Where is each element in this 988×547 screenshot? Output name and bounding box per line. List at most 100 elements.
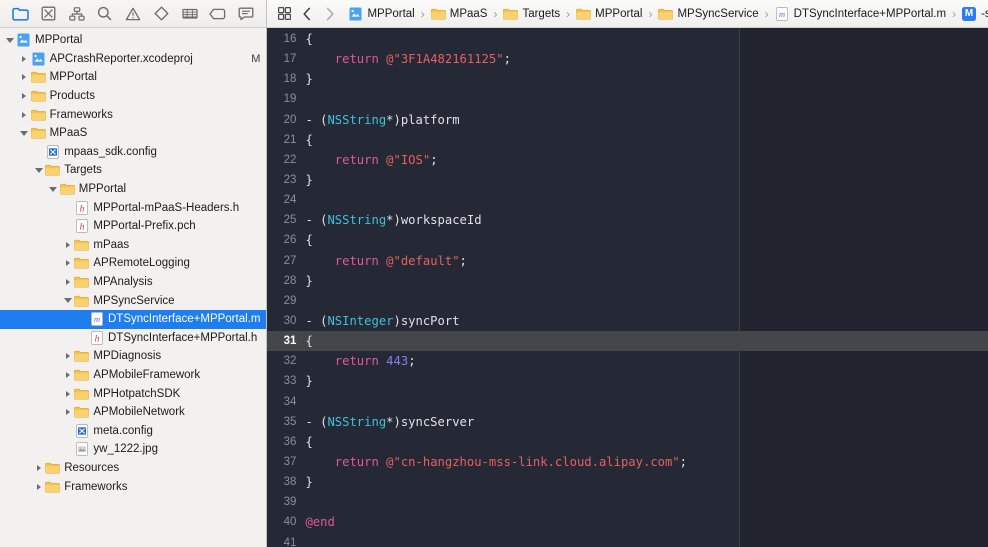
code-line[interactable]: 34 (267, 392, 988, 412)
code-line[interactable]: 38} (267, 472, 988, 492)
breadcrumb-item[interactable]: Targets (502, 7, 561, 21)
find-navigator-icon[interactable] (92, 4, 118, 24)
code-line[interactable]: 35 - (NSString*)syncServer (267, 412, 988, 432)
code-text: { (305, 435, 312, 449)
tree-row[interactable]: MPPortal (0, 31, 266, 50)
breadcrumb-label: MPSyncService (677, 7, 759, 20)
disclosure-triangle-closed-icon[interactable] (33, 464, 44, 471)
tree-row[interactable]: Targets (0, 161, 266, 180)
navigate-forward-icon[interactable] (319, 4, 341, 24)
code-line[interactable]: 20 - (NSString*)platform (267, 110, 988, 130)
debug-navigator-icon[interactable] (177, 4, 203, 24)
tree-row[interactable]: meta.config (0, 421, 266, 440)
tree-row[interactable]: MPPortal (0, 180, 266, 199)
tree-row[interactable]: mPaas (0, 236, 266, 255)
disclosure-triangle-closed-icon[interactable] (33, 483, 44, 490)
breadcrumb-item[interactable]: MPPortal (347, 7, 415, 21)
disclosure-triangle-closed-icon[interactable] (62, 241, 73, 248)
tree-row[interactable]: MPSyncService (0, 291, 266, 310)
folder-icon (45, 480, 61, 494)
folder-icon (74, 387, 90, 401)
code-line[interactable]: 29 (267, 291, 988, 311)
tree-row[interactable]: h MPPortal-mPaaS-Headers.h (0, 198, 266, 217)
code-line[interactable]: 31 { (267, 331, 988, 352)
disclosure-triangle-open-icon[interactable] (48, 186, 59, 192)
tree-row-label: MPPortal (78, 183, 127, 196)
tree-row[interactable]: Frameworks (0, 105, 266, 124)
code-line[interactable]: 41 (267, 533, 988, 547)
symbol-navigator-icon[interactable] (64, 4, 90, 24)
disclosure-triangle-closed-icon[interactable] (62, 353, 73, 360)
disclosure-triangle-closed-icon[interactable] (19, 74, 30, 81)
code-line[interactable]: 37 return @"cn-hangzhou-mss-link.cloud.a… (267, 452, 988, 472)
code-line[interactable]: 19 (267, 89, 988, 109)
xcode-project-icon (348, 7, 363, 21)
navigate-back-icon[interactable] (296, 4, 318, 24)
code-line[interactable]: 36 { (267, 432, 988, 452)
breadcrumb-item[interactable]: MPSyncService (657, 7, 759, 21)
tree-row[interactable]: MPPortal (0, 68, 266, 87)
code-line[interactable]: 18} (267, 69, 988, 89)
breadcrumb-item[interactable]: m DTSyncInterface+MPPortal.m (774, 6, 947, 21)
related-items-icon[interactable] (273, 4, 295, 24)
status-badge: M (251, 52, 261, 65)
tree-row[interactable]: MPAnalysis (0, 273, 266, 292)
disclosure-triangle-closed-icon[interactable] (19, 55, 30, 62)
tree-row-selected[interactable]: m DTSyncInterface+MPPortal.m (0, 309, 267, 329)
tree-row[interactable]: mpaas_sdk.config (0, 143, 266, 162)
tree-row[interactable]: Products (0, 87, 266, 106)
tree-row[interactable]: MPDiagnosis (0, 347, 266, 366)
tree-row[interactable]: h MPPortal-Prefix.pch (0, 217, 266, 236)
tree-row[interactable]: Frameworks (0, 477, 266, 496)
disclosure-triangle-closed-icon[interactable] (19, 93, 30, 100)
issue-navigator-icon[interactable] (120, 4, 146, 24)
tree-row[interactable]: APMobileFramework (0, 366, 266, 385)
disclosure-triangle-closed-icon[interactable] (62, 409, 73, 416)
disclosure-triangle-open-icon[interactable] (4, 37, 15, 43)
code-line[interactable]: 21 { (267, 130, 988, 150)
code-line[interactable]: 28} (267, 271, 988, 291)
disclosure-triangle-open-icon[interactable] (19, 130, 30, 136)
code-line[interactable]: 17 return @"3F1A482161125"; (267, 49, 988, 69)
code-line[interactable]: 40 @end (267, 512, 988, 532)
disclosure-triangle-closed-icon[interactable] (62, 279, 73, 286)
project-navigator-icon[interactable] (7, 4, 33, 24)
tree-row[interactable]: APCrashReporter.xcodeproj M (0, 50, 266, 69)
code-line[interactable]: 33} (267, 371, 988, 391)
code-line[interactable]: 30 - (NSInteger)syncPort (267, 311, 988, 331)
tree-row[interactable]: h DTSyncInterface+MPPortal.h (0, 329, 266, 348)
disclosure-triangle-closed-icon[interactable] (62, 260, 73, 267)
tree-row[interactable]: MPHotpatchSDK (0, 384, 266, 403)
breadcrumb-item[interactable]: M -syncPort (961, 6, 988, 21)
report-navigator-icon[interactable] (233, 4, 259, 24)
tree-row[interactable]: APMobileNetwork (0, 403, 266, 422)
breadcrumb-item[interactable]: MPaaS (430, 7, 489, 21)
source-control-navigator-icon[interactable] (35, 4, 61, 24)
code-line[interactable]: 24 (267, 190, 988, 210)
tree-row[interactable]: MPaaS (0, 124, 266, 143)
disclosure-triangle-open-icon[interactable] (33, 167, 44, 173)
code-token-plain: { (305, 434, 313, 449)
disclosure-triangle-open-icon[interactable] (62, 298, 73, 304)
code-line[interactable]: 32 return 443; (267, 351, 988, 371)
tree-row-label: MPPortal (49, 71, 97, 84)
code-line[interactable]: 25 - (NSString*)workspaceId (267, 210, 988, 230)
tree-row-label: MPHotpatchSDK (93, 387, 181, 400)
source-code-editor[interactable]: 16{17 return @"3F1A482161125"; 18} 19 20- (… (267, 28, 988, 547)
code-line[interactable]: 23} (267, 170, 988, 190)
tree-row[interactable]: Resources (0, 459, 266, 478)
disclosure-triangle-closed-icon[interactable] (19, 111, 30, 118)
code-line[interactable]: 27 return @"default"; (267, 251, 988, 271)
disclosure-triangle-closed-icon[interactable] (62, 371, 73, 378)
breakpoint-navigator-icon[interactable] (205, 4, 231, 24)
code-line[interactable]: 26 { (267, 230, 988, 250)
breadcrumb-item[interactable]: MPPortal (575, 7, 643, 21)
tree-row[interactable]: yw_1222.jpg (0, 440, 266, 459)
code-line[interactable]: 16 { (267, 29, 988, 49)
test-navigator-icon[interactable] (148, 4, 174, 24)
project-file-tree[interactable]: MPPortal APCrashReporter.xcodeproj M MPPort… (0, 28, 267, 547)
code-line[interactable]: 22 return @"IOS"; (267, 150, 988, 170)
disclosure-triangle-closed-icon[interactable] (62, 390, 73, 397)
code-line[interactable]: 39 (267, 492, 988, 512)
tree-row[interactable]: APRemoteLogging (0, 254, 266, 273)
